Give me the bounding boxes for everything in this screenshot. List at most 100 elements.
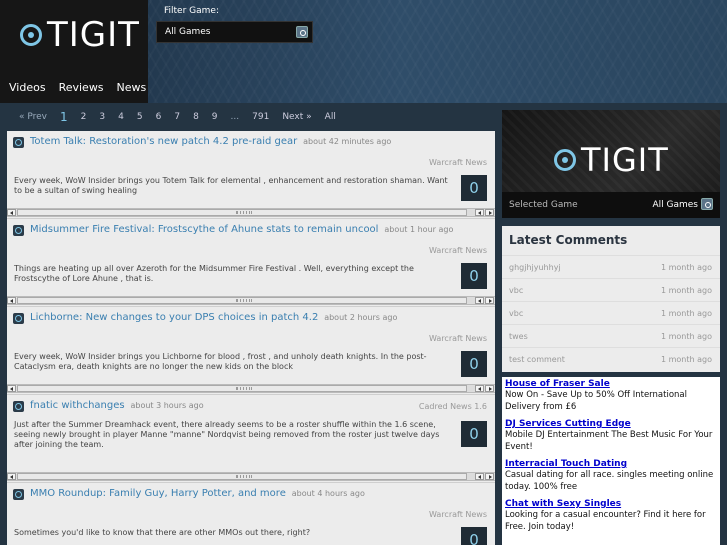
ad-title-link[interactable]: DJ Services Cutting Edge (505, 419, 717, 429)
ad-title-link[interactable]: Interracial Touch Dating (505, 459, 717, 469)
ad-text: Mobile DJ Entertainment The Best Music F… (505, 430, 713, 452)
comment-text[interactable]: vbc (509, 309, 523, 318)
scroll-left-icon[interactable] (7, 385, 16, 392)
scroll-left-icon[interactable] (7, 209, 16, 216)
scroll-left-icon[interactable] (475, 385, 484, 392)
logo-ring-icon (554, 149, 576, 171)
news-title[interactable]: MMO Roundup: Family Guy, Harry Potter, a… (30, 488, 286, 499)
comment-count[interactable]: 0 (461, 421, 487, 447)
dropdown-icon[interactable] (296, 26, 308, 38)
news-item-head: fnatic withchanges about 3 hours ago (30, 400, 485, 411)
comment-time: 1 month ago (660, 263, 712, 272)
page-link[interactable]: 9 (212, 112, 218, 122)
news-feed: Totem Talk: Restoration's new patch 4.2 … (7, 131, 495, 545)
news-item-head: MMO Roundup: Family Guy, Harry Potter, a… (30, 488, 485, 499)
news-title[interactable]: Midsummer Fire Festival: Frostscythe of … (30, 224, 378, 235)
next-link[interactable]: Next » (282, 112, 311, 122)
news-item: Lichborne: New changes to your DPS choic… (7, 307, 495, 395)
nav-news[interactable]: News (117, 81, 147, 94)
filter-game-label: Filter Game: (164, 6, 219, 16)
news-source[interactable]: Warcraft News (429, 158, 487, 167)
news-summary: Things are heating up all over Azeroth f… (14, 264, 414, 283)
scroll-left-icon[interactable] (7, 297, 16, 304)
scroll-right-icon[interactable] (485, 297, 494, 304)
scroll-left-icon[interactable] (475, 473, 484, 480)
nav-reviews[interactable]: Reviews (59, 81, 104, 94)
horizontal-scrollbar[interactable] (7, 472, 495, 481)
news-time: about 1 hour ago (384, 225, 454, 234)
comment-time: 1 month ago (660, 332, 712, 341)
selected-game-bar[interactable]: Selected Game All Games (502, 192, 720, 218)
news-title[interactable]: Lichborne: New changes to your DPS choic… (30, 312, 318, 323)
filter-game-value: All Games (165, 27, 211, 37)
horizontal-scrollbar[interactable] (7, 384, 495, 393)
dropdown-icon[interactable] (701, 198, 713, 210)
news-item-head: Midsummer Fire Festival: Frostscythe of … (30, 224, 485, 235)
scroll-thumb[interactable] (17, 473, 467, 480)
news-summary: Every week, WoW Insider brings you Totem… (14, 176, 448, 195)
news-source[interactable]: Warcraft News (429, 246, 487, 255)
comment-row[interactable]: ghgjhjyuhhyj 1 month ago (502, 255, 720, 278)
comment-row[interactable]: twes 1 month ago (502, 324, 720, 347)
comment-row[interactable]: test comment 1 month ago (502, 347, 720, 370)
site-logo[interactable]: TIGIT (20, 18, 140, 52)
filter-game-select[interactable]: All Games (156, 21, 313, 43)
comment-text[interactable]: vbc (509, 286, 523, 295)
comment-count[interactable]: 0 (461, 175, 487, 201)
game-icon (13, 313, 24, 324)
scroll-left-icon[interactable] (7, 473, 16, 480)
page-link[interactable]: 5 (137, 112, 143, 122)
scroll-thumb[interactable] (17, 385, 467, 392)
prev-link[interactable]: « Prev (19, 112, 47, 122)
latest-comments: Latest Comments ghgjhjyuhhyj 1 month ago… (502, 226, 720, 372)
comment-text[interactable]: ghgjhjyuhhyj (509, 263, 561, 272)
page-link[interactable]: 6 (156, 112, 162, 122)
ad-title-link[interactable]: House of Fraser Sale (505, 379, 717, 389)
page-link[interactable]: 7 (174, 112, 180, 122)
news-title[interactable]: fnatic withchanges (30, 400, 125, 411)
page-link[interactable]: 3 (99, 112, 105, 122)
comment-row[interactable]: vbc 1 month ago (502, 278, 720, 301)
game-icon (13, 137, 24, 148)
news-item: fnatic withchanges about 3 hours ago Cad… (7, 395, 495, 483)
comment-row[interactable]: vbc 1 month ago (502, 301, 720, 324)
news-item-head: Totem Talk: Restoration's new patch 4.2 … (30, 136, 485, 147)
comment-count[interactable]: 0 (461, 263, 487, 289)
ad-title-link[interactable]: Chat with Sexy Singles (505, 499, 717, 509)
news-time: about 2 hours ago (324, 313, 398, 322)
scroll-left-icon[interactable] (475, 209, 484, 216)
page-link[interactable]: 4 (118, 112, 124, 122)
news-time: about 4 hours ago (291, 489, 365, 498)
logo-area: TIGIT Videos Reviews News (0, 0, 148, 103)
main-nav: Videos Reviews News (0, 71, 148, 103)
comment-count[interactable]: 0 (461, 351, 487, 377)
comment-time: 1 month ago (660, 309, 712, 318)
comment-text[interactable]: twes (509, 332, 528, 341)
horizontal-scrollbar[interactable] (7, 208, 495, 217)
ad-text: Now On - Save Up to 50% Off Internationa… (505, 390, 687, 412)
nav-videos[interactable]: Videos (9, 81, 46, 94)
scroll-thumb[interactable] (17, 297, 467, 304)
comment-count[interactable]: 0 (461, 527, 487, 545)
ad-item: Interracial Touch Dating Casual dating f… (505, 459, 717, 493)
scroll-right-icon[interactable] (485, 209, 494, 216)
page-link[interactable]: 8 (193, 112, 199, 122)
scroll-thumb[interactable] (17, 209, 467, 216)
game-icon (13, 401, 24, 412)
scroll-right-icon[interactable] (485, 385, 494, 392)
page-link-last[interactable]: 791 (252, 112, 269, 122)
page-link[interactable]: 2 (81, 112, 87, 122)
comment-text[interactable]: test comment (509, 355, 565, 364)
scroll-left-icon[interactable] (475, 297, 484, 304)
horizontal-scrollbar[interactable] (7, 296, 495, 305)
news-title[interactable]: Totem Talk: Restoration's new patch 4.2 … (30, 136, 297, 147)
all-link[interactable]: All (325, 112, 336, 122)
scroll-right-icon[interactable] (485, 473, 494, 480)
news-source[interactable]: Cadred News 1.6 (419, 402, 487, 411)
news-summary: Just after the Summer Dreamhack event, t… (14, 420, 440, 449)
news-source[interactable]: Warcraft News (429, 510, 487, 519)
news-summary: Sometimes you'd like to know that there … (14, 528, 311, 537)
news-item: Totem Talk: Restoration's new patch 4.2 … (7, 131, 495, 219)
news-source[interactable]: Warcraft News (429, 334, 487, 343)
ad-text: Casual dating for all race. singles meet… (505, 470, 714, 492)
